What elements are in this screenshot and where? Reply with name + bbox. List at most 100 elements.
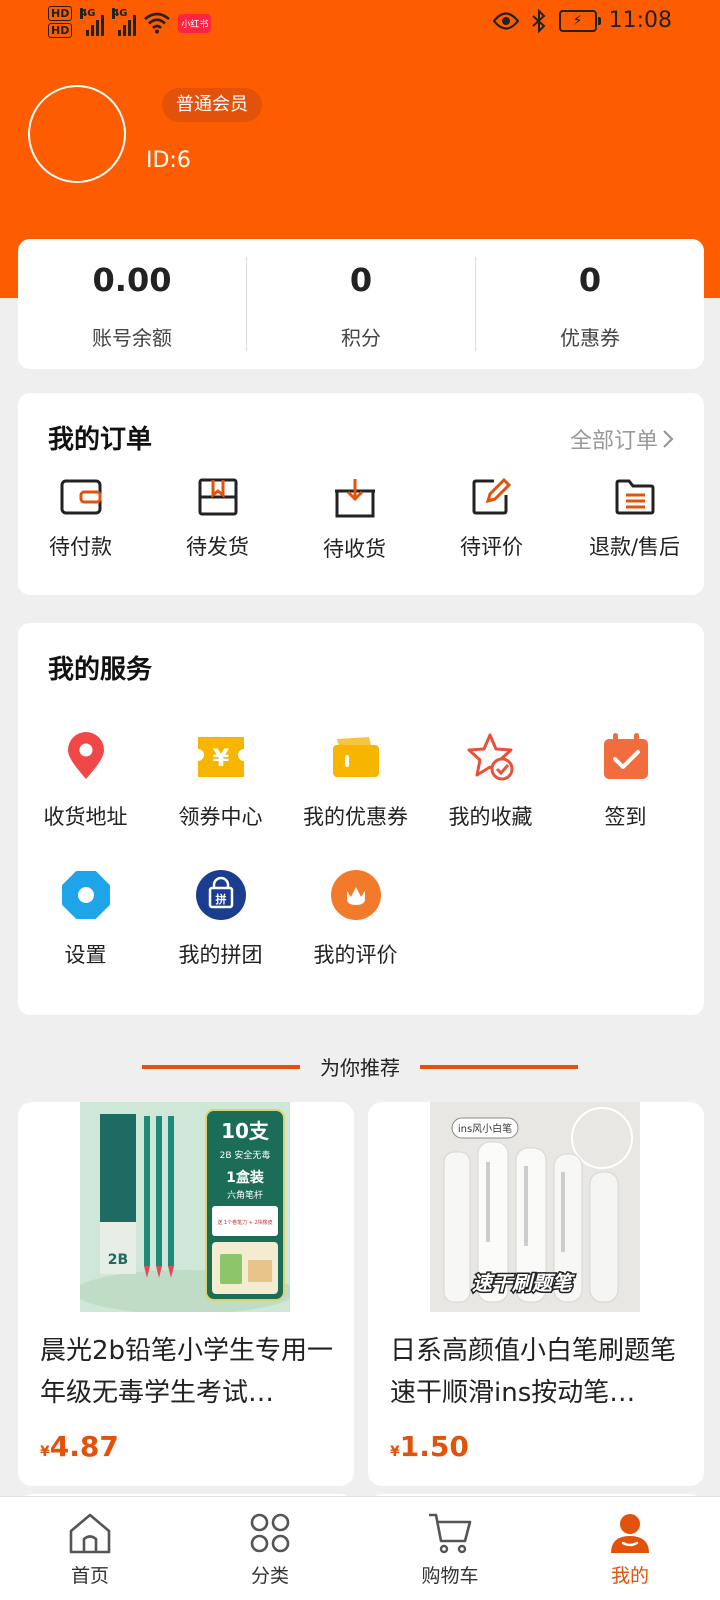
order-refund-aftersale[interactable]: 退款/售后 — [566, 477, 703, 563]
tab-category[interactable]: 分类 — [180, 1497, 360, 1600]
wallet-icon — [60, 479, 101, 515]
product-price: ¥1.50 — [390, 1430, 469, 1463]
recommend-title: 为你推荐 — [320, 1056, 400, 1080]
tab-label: 首页 — [70, 1565, 109, 1587]
coupons-label: 优惠券 — [560, 326, 620, 350]
battery-icon: ⚡ — [558, 9, 601, 32]
service-coupon-center[interactable]: ¥ 领券中心 — [153, 731, 288, 831]
tab-home[interactable]: 首页 — [0, 1497, 180, 1600]
eye-icon — [492, 11, 519, 30]
coupon-icon — [332, 737, 379, 777]
product-card[interactable]: 2B 10支 2B 安全无毒 1盒装 六角笔杆 送 1个卷笔刀 + 2块橡皮 晨… — [18, 1102, 354, 1486]
all-orders-label: 全部订单 — [569, 429, 658, 454]
product-image-text: 10支 — [221, 1119, 270, 1143]
product-image-text: 1盒装 — [226, 1169, 265, 1186]
my-services-card: 我的服务 收货地址 ¥ 领券中心 我的优惠券 我的收藏 签到 设置 拼 我的拼团… — [18, 623, 704, 1015]
member-level-badge: 普通会员 — [162, 88, 262, 122]
service-my-coupons[interactable]: 我的优惠券 — [288, 731, 423, 831]
calendar-check-icon — [603, 733, 648, 779]
group-buy-icon: 拼 — [195, 870, 246, 920]
user-id: ID:6 — [146, 148, 191, 173]
cart-icon — [429, 1513, 472, 1554]
service-label: 设置 — [64, 943, 107, 967]
refund-list-icon — [615, 479, 654, 515]
order-pending-receipt[interactable]: 待收货 — [286, 477, 423, 563]
service-checkin[interactable]: 签到 — [558, 731, 693, 831]
coupon-center-icon: ¥ — [197, 737, 244, 777]
services-title: 我的服务 — [48, 655, 153, 685]
wifi-icon — [144, 12, 171, 34]
signal-icon: 4G — [112, 8, 137, 36]
product-image-text: 六角笔杆 — [227, 1189, 263, 1201]
avatar[interactable] — [28, 85, 126, 183]
balance-stat[interactable]: 0.00 账号余额 — [18, 257, 246, 351]
hd-indicator: HD — [48, 6, 73, 21]
balance-value: 0.00 — [92, 261, 172, 299]
tab-profile[interactable]: 我的 — [540, 1497, 720, 1600]
recommend-header: 为你推荐 — [0, 1052, 720, 1081]
product-image-text: 速干刷题笔 — [472, 1271, 575, 1295]
product-price: ¥4.87 — [40, 1430, 119, 1463]
edit-icon — [472, 477, 511, 515]
orders-title: 我的订单 — [48, 425, 153, 455]
divider-line — [420, 1064, 578, 1069]
tab-label: 我的 — [610, 1565, 649, 1587]
receive-box-icon — [334, 479, 375, 518]
coupons-value: 0 — [578, 261, 602, 299]
bluetooth-icon — [531, 8, 546, 33]
product-image-text: ins风小白笔 — [458, 1122, 512, 1135]
svg-text:¥: ¥ — [212, 744, 229, 772]
service-label: 我的评价 — [313, 943, 398, 967]
points-stat[interactable]: 0 积分 — [246, 257, 475, 351]
clock: 11:08 — [608, 8, 672, 33]
profile-icon — [611, 1514, 649, 1553]
service-address[interactable]: 收货地址 — [18, 731, 153, 831]
account-stats-card: 0.00 账号余额 0 积分 0 优惠券 — [18, 239, 704, 369]
order-pending-shipment[interactable]: 待发货 — [149, 477, 286, 563]
my-orders-card: 我的订单 全部订单 待付款 待发货 待收货 待评价 退款/售后 — [18, 393, 704, 595]
points-value: 0 — [349, 261, 373, 299]
bottom-tab-bar: 首页 分类 购物车 我的 — [0, 1496, 720, 1600]
order-label: 待收货 — [323, 537, 386, 561]
currency-symbol: ¥ — [390, 1444, 400, 1460]
price-value: 4.87 — [49, 1430, 119, 1463]
product-image-text: 2B — [108, 1252, 128, 1268]
service-favorites[interactable]: 我的收藏 — [423, 731, 558, 831]
category-icon — [250, 1513, 290, 1553]
divider-line — [142, 1064, 300, 1069]
product-image: 2B 10支 2B 安全无毒 1盒装 六角笔杆 送 1个卷笔刀 + 2块橡皮 — [80, 1102, 290, 1312]
all-orders-link[interactable]: 全部订单 — [570, 423, 674, 455]
tab-label: 购物车 — [421, 1565, 479, 1587]
chevron-right-icon — [663, 430, 674, 448]
coupons-stat[interactable]: 0 优惠券 — [475, 257, 704, 351]
order-label: 待发货 — [186, 535, 249, 559]
tab-cart[interactable]: 购物车 — [360, 1497, 540, 1600]
product-card[interactable]: ins风小白笔 速干刷题笔 日系高颜值小白笔刷题笔速干顺滑ins按动笔… ¥1.… — [368, 1102, 704, 1486]
product-image: ins风小白笔 速干刷题笔 — [430, 1102, 640, 1312]
product-name: 日系高颜值小白笔刷题笔速干顺滑ins按动笔… — [390, 1336, 677, 1408]
signal-icon: 4G — [80, 8, 105, 36]
package-icon — [198, 478, 237, 516]
order-pending-review[interactable]: 待评价 — [423, 477, 560, 563]
order-pending-payment[interactable]: 待付款 — [12, 477, 149, 563]
product-image-text: 2B 安全无毒 — [220, 1149, 271, 1161]
service-my-reviews[interactable]: 我的评价 — [288, 869, 423, 969]
service-label: 我的收藏 — [448, 805, 533, 829]
star-check-icon — [467, 733, 513, 781]
service-group-buy[interactable]: 拼 我的拼团 — [153, 869, 288, 969]
home-icon — [69, 1513, 111, 1554]
hd-indicator: HD — [48, 23, 73, 38]
order-label: 待评价 — [460, 535, 523, 559]
product-image-text: 送 1个卷笔刀 + 2块橡皮 — [217, 1219, 272, 1226]
service-label: 领券中心 — [178, 805, 263, 829]
balance-label: 账号余额 — [92, 326, 172, 350]
points-label: 积分 — [341, 326, 381, 350]
service-settings[interactable]: 设置 — [18, 869, 153, 969]
tab-label: 分类 — [250, 1565, 289, 1587]
status-bar: HD HD 4G 4G 小红书 ⚡ 11:08 — [0, 0, 720, 50]
settings-icon — [61, 871, 110, 919]
currency-symbol: ¥ — [40, 1444, 50, 1460]
order-label: 待付款 — [49, 535, 112, 559]
service-label: 签到 — [604, 805, 647, 829]
service-label: 我的优惠券 — [303, 805, 408, 829]
